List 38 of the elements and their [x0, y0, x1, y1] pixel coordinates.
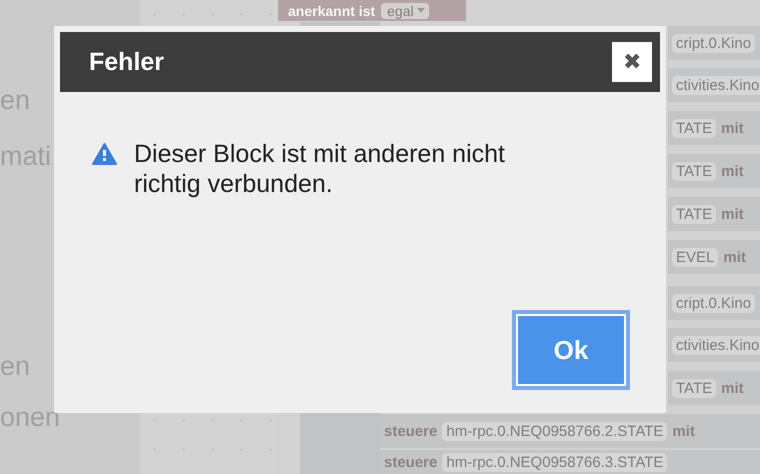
code-block[interactable]: steuere hm-rpc.0.NEQ0958766.3.STATE: [380, 450, 760, 474]
code-block[interactable]: ctivities.Kino: [668, 328, 760, 362]
code-block[interactable]: TATE mit: [668, 371, 760, 405]
code-block[interactable]: TATE mit: [668, 111, 760, 145]
event-block[interactable]: anerkannt ist egal: [278, 0, 466, 21]
block-field: cript.0.Kino: [672, 294, 756, 312]
caret-icon: [416, 8, 425, 13]
code-block[interactable]: cript.0.Kino: [668, 26, 760, 60]
code-block[interactable]: steuere hm-rpc.0.NEQ0958766.2.STATE mit: [380, 414, 760, 448]
block-keyword: mit: [721, 120, 744, 136]
warning-icon: [92, 143, 117, 165]
code-block[interactable]: ctivities.Kino: [668, 68, 760, 102]
code-block[interactable]: EVEL mit: [668, 240, 760, 274]
block-keyword: mit: [721, 380, 744, 396]
block-field: hm-rpc.0.NEQ0958766.3.STATE: [442, 452, 668, 472]
error-message: Dieser Block ist mit anderen nicht richtig verbunden.: [134, 139, 506, 199]
block-keyword: mit: [672, 422, 695, 440]
block-field: ctivities.Kino: [672, 76, 760, 94]
block-keyword: mit: [721, 162, 744, 180]
block-keyword: mit: [721, 206, 744, 222]
block-keyword: mit: [723, 248, 746, 266]
close-button[interactable]: ✖: [612, 42, 652, 82]
block-keyword: steuere: [384, 454, 438, 470]
dialog-title: Fehler: [89, 48, 164, 76]
code-block[interactable]: cript.0.Kino: [668, 286, 760, 320]
block-field: TATE: [672, 118, 716, 138]
block-field: hm-rpc.0.NEQ0958766.2.STATE: [442, 422, 668, 440]
block-dropdown[interactable]: egal: [381, 2, 429, 18]
block-field: TATE: [672, 204, 716, 224]
block-field: TATE: [672, 378, 716, 398]
code-block[interactable]: TATE mit: [668, 154, 760, 188]
block-field: ctivities.Kino: [672, 336, 760, 354]
block-keyword: steuere: [384, 422, 438, 440]
code-block[interactable]: TATE mit: [668, 197, 760, 231]
block-field: TATE: [672, 162, 716, 180]
block-field: cript.0.Kino: [672, 34, 756, 52]
block-field: EVEL: [672, 248, 718, 266]
block-label: anerkannt ist: [288, 2, 376, 18]
